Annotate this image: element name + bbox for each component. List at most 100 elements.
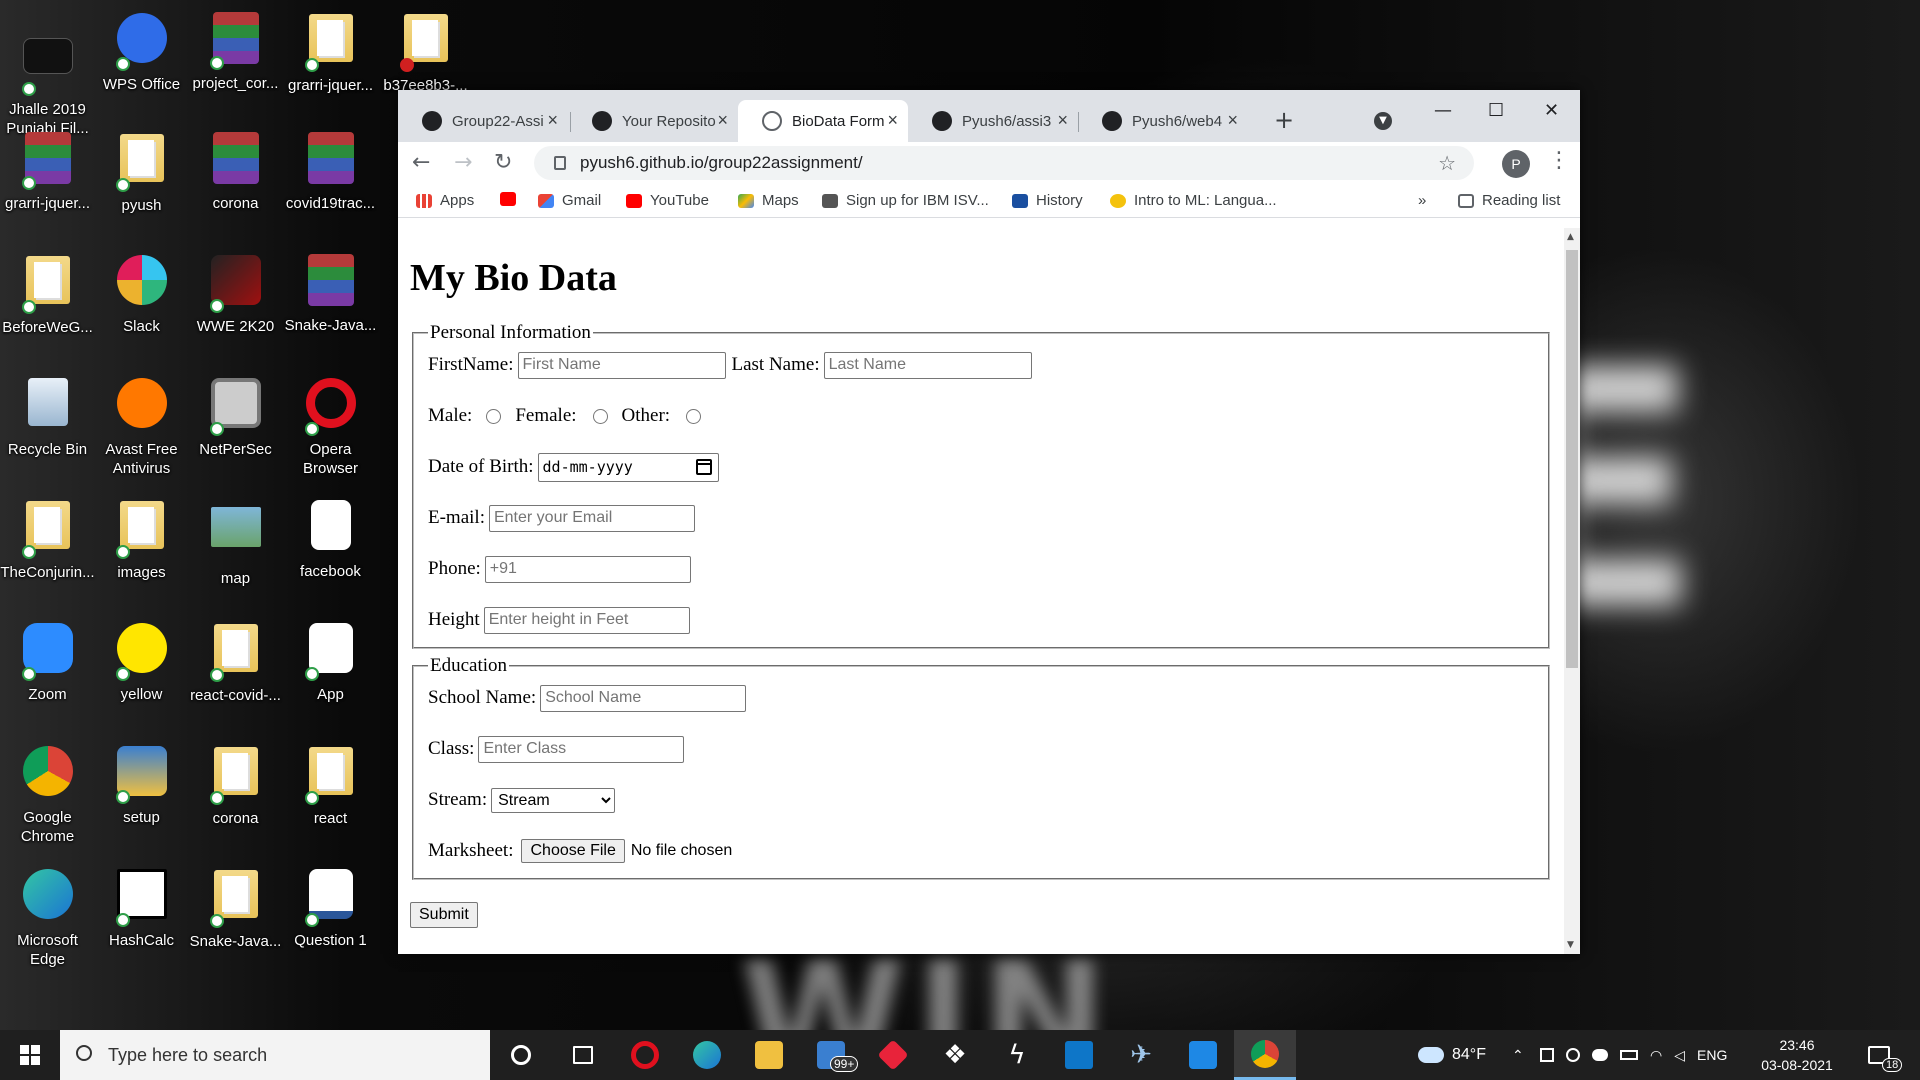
dob-date-input[interactable]: dd-mm-yyyy xyxy=(537,452,719,482)
desktop-icon-wps-office[interactable]: WPS Office xyxy=(94,10,189,94)
taskbar-edge[interactable] xyxy=(676,1030,738,1080)
profile-avatar[interactable]: P xyxy=(1502,150,1530,178)
desktop-icon-slack[interactable]: Slack xyxy=(94,252,189,336)
page-scrollbar[interactable]: ▲ ▼ xyxy=(1564,228,1580,954)
bookmarks-overflow-chevron[interactable]: » xyxy=(1418,192,1426,209)
minimize-button[interactable]: — xyxy=(1434,100,1452,121)
desktop-icon-snake-java-2[interactable]: Snake-Java... xyxy=(188,866,283,951)
close-tab-icon[interactable]: × xyxy=(547,110,558,131)
notification-center[interactable]: 18 xyxy=(1868,1030,1903,1080)
calendar-icon[interactable] xyxy=(695,458,712,475)
desktop-icon-theconjuring[interactable]: TheConjurin... xyxy=(0,497,95,582)
taskbar-red-app[interactable] xyxy=(862,1030,924,1080)
desktop-icon-project-cor[interactable]: project_cor... xyxy=(188,10,283,93)
tab-search-icon[interactable]: ▼ xyxy=(1374,112,1392,130)
close-tab-icon[interactable]: × xyxy=(1227,110,1238,131)
submit-button[interactable]: Submit xyxy=(410,902,478,928)
phone-input[interactable] xyxy=(484,555,691,583)
desktop-icon-zoom[interactable]: Zoom xyxy=(0,620,95,704)
reload-icon[interactable]: ↻ xyxy=(494,150,512,175)
bookmark-ibm-isv[interactable]: Sign up for IBM ISV... xyxy=(822,192,989,209)
language-indicator[interactable]: ENG xyxy=(1697,1047,1727,1063)
cortana-button[interactable] xyxy=(490,1030,552,1080)
desktop-icon-wwe2k20[interactable]: WWE 2K20 xyxy=(188,252,283,336)
wifi-icon[interactable]: ◠ xyxy=(1650,1047,1662,1064)
taskbar-search[interactable]: Type here to search xyxy=(60,1030,490,1080)
bookmark-gmail[interactable]: Gmail xyxy=(538,192,601,209)
female-radio[interactable] xyxy=(592,408,608,424)
taskbar-vscode[interactable] xyxy=(1048,1030,1110,1080)
taskbar-19-app[interactable] xyxy=(1172,1030,1234,1080)
maximize-button[interactable]: ☐ xyxy=(1488,100,1504,121)
bookmark-star-icon[interactable]: ☆ xyxy=(1438,151,1456,176)
desktop-icon-hashcalc[interactable]: HashCalc xyxy=(94,866,189,950)
taskbar-opera[interactable] xyxy=(614,1030,676,1080)
desktop-icon-avast[interactable]: Avast Free Antivirus xyxy=(94,375,189,478)
close-tab-icon[interactable]: × xyxy=(1057,110,1068,131)
new-tab-button[interactable]: + xyxy=(1274,106,1294,134)
volume-icon[interactable]: ◁ xyxy=(1674,1047,1685,1064)
desktop-icon-covid19trac[interactable]: covid19trac... xyxy=(283,130,378,213)
taskbar-dropbox[interactable]: ❖ xyxy=(924,1030,986,1080)
bookmark-intro-ml[interactable]: Intro to ML: Langua... xyxy=(1110,192,1277,209)
address-bar[interactable]: pyush6.github.io/group22assignment/ ☆ xyxy=(534,146,1474,180)
weather-widget[interactable]: 84°F xyxy=(1418,1030,1486,1080)
desktop-icon-netpersec[interactable]: NetPerSec xyxy=(188,375,283,459)
other-radio[interactable] xyxy=(686,408,702,424)
desktop-icon-facebook[interactable]: facebook xyxy=(283,497,378,581)
taskbar-bird-app[interactable]: ✈ xyxy=(1110,1030,1172,1080)
desktop-icon-beforeweg[interactable]: BeforeWeG... xyxy=(0,252,95,337)
tab-your-repositories[interactable]: Your Reposito × xyxy=(568,100,738,142)
male-radio[interactable] xyxy=(486,408,502,424)
desktop-icon-corona-2[interactable]: corona xyxy=(188,743,283,828)
show-hidden-icons[interactable]: ⌃ xyxy=(1512,1030,1524,1080)
taskbar-file-explorer[interactable] xyxy=(738,1030,800,1080)
back-arrow-icon[interactable]: ← xyxy=(412,150,430,175)
desktop-icon-images[interactable]: images xyxy=(94,497,189,582)
start-button[interactable] xyxy=(0,1030,60,1080)
desktop-icon-opera[interactable]: Opera Browser xyxy=(283,375,378,478)
scroll-up-arrow-icon[interactable]: ▲ xyxy=(1567,232,1574,242)
desktop-icon-grarri-jquery[interactable]: grarri-jquer... xyxy=(283,10,378,95)
class-input[interactable] xyxy=(478,735,685,763)
email-input[interactable] xyxy=(488,504,695,532)
desktop-icon-grarri-jquery-2[interactable]: grarri-jquer... xyxy=(0,130,95,213)
desktop-icon-corona[interactable]: corona xyxy=(188,130,283,213)
taskbar-mail[interactable]: 99+ xyxy=(800,1030,862,1080)
close-tab-icon[interactable]: × xyxy=(717,110,728,131)
desktop-icon-jhalle[interactable]: Jhalle 2019 Punjabi Fil... xyxy=(0,28,95,138)
tab-pyush6-assi3[interactable]: Pyush6/assi3 × xyxy=(908,100,1078,142)
desktop-icon-question-1[interactable]: Question 1 xyxy=(283,866,378,950)
desktop-icon-recycle-bin[interactable]: Recycle Bin xyxy=(0,375,95,459)
first-name-input[interactable] xyxy=(517,351,726,379)
height-input[interactable] xyxy=(483,606,690,634)
desktop-icon-b37ee8b3[interactable]: b37ee8b3-... xyxy=(378,10,473,95)
tab-pyush6-web4[interactable]: Pyush6/web4 × xyxy=(1078,100,1248,142)
tab-group22-assignment[interactable]: Group22-Assi × xyxy=(398,100,568,142)
desktop-icon-google-chrome[interactable]: Google Chrome xyxy=(0,743,95,846)
bookmark-history[interactable]: History xyxy=(1012,192,1083,209)
scrollbar-thumb[interactable] xyxy=(1566,250,1578,668)
desktop-icon-react[interactable]: react xyxy=(283,743,378,828)
tab-biodata-form[interactable]: BioData Form × xyxy=(738,100,908,142)
stream-select[interactable]: Stream xyxy=(491,787,616,813)
onedrive-icon[interactable] xyxy=(1592,1049,1608,1061)
desktop-icon-pyush[interactable]: pyush xyxy=(94,130,189,215)
bookmark-maps[interactable]: Maps xyxy=(738,192,799,209)
school-name-input[interactable] xyxy=(540,684,747,712)
last-name-input[interactable] xyxy=(823,351,1032,379)
bookmark-apps[interactable]: Apps xyxy=(416,192,474,209)
battery-icon[interactable] xyxy=(1620,1050,1638,1060)
close-tab-icon[interactable]: × xyxy=(887,110,898,131)
desktop-icon-microsoft-edge[interactable]: Microsoft Edge xyxy=(0,866,95,969)
desktop-icon-snake-java[interactable]: Snake-Java... xyxy=(283,252,378,335)
bookmark-youtube[interactable]: YouTube xyxy=(626,192,709,209)
desktop-icon-map[interactable]: map xyxy=(188,497,283,588)
task-view-button[interactable] xyxy=(552,1030,614,1080)
system-clock[interactable]: 23:46 03-08-2021 xyxy=(1752,1035,1842,1075)
close-window-button[interactable]: ✕ xyxy=(1544,100,1559,121)
desktop-icon-app[interactable]: App xyxy=(283,620,378,704)
scroll-down-arrow-icon[interactable]: ▼ xyxy=(1567,940,1574,950)
tray-app-icon[interactable] xyxy=(1540,1048,1554,1062)
taskbar-lightning-app[interactable]: ϟ xyxy=(986,1030,1048,1080)
